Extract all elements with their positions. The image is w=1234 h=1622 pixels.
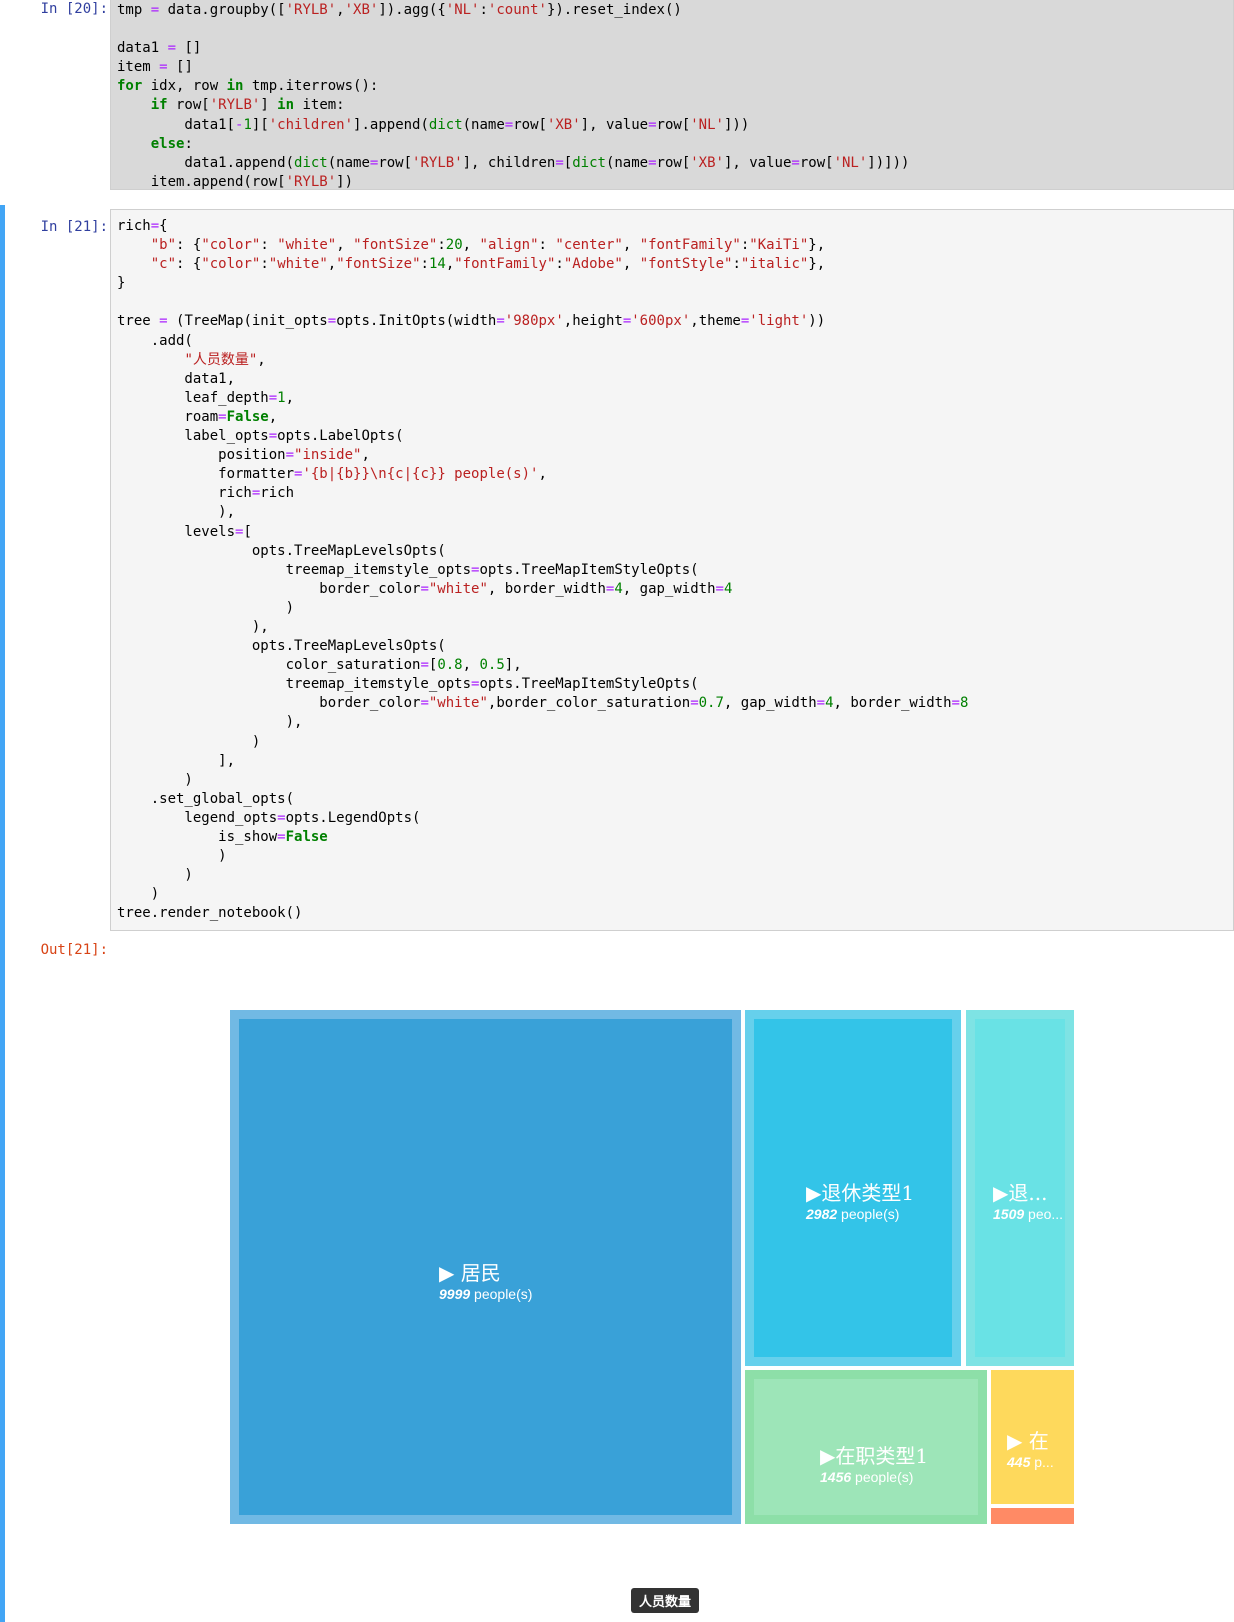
cell-21-out-prompt: Out[21]:	[40, 942, 108, 958]
treemap-node-name: ▶ 居民	[439, 1261, 501, 1285]
treemap-node-value: 9999 people(s)	[439, 1286, 533, 1302]
treemap-node[interactable]: ▶ 居民 9999 people(s)	[230, 1010, 741, 1524]
treemap-node-label: ▶ 居民 9999 people(s)	[439, 1257, 532, 1302]
treemap-node-label: ▶在职类型1 1456 people(s)	[820, 1440, 928, 1485]
cell-21-source: rich={ "b": {"color": "white", "fontSize…	[117, 218, 969, 922]
cell-20-in-prompt: In [20]:	[40, 1, 108, 17]
treemap-node-name: ▶ 在	[1007, 1429, 1049, 1453]
treemap-node-label: ▶ 在 445 p...	[1007, 1425, 1054, 1470]
cell-20-source: tmp = data.groupby(['RYLB','XB']).agg({'…	[117, 2, 910, 190]
treemap-node[interactable]: ▶退... 1509 peo...	[966, 1010, 1074, 1366]
series-tooltip: 人员数量	[631, 1588, 700, 1613]
cell-21-code[interactable]: rich={ "b": {"color": "white", "fontSize…	[110, 209, 1234, 931]
treemap-node-name: ▶退...	[993, 1181, 1048, 1205]
treemap-node-name: ▶在职类型1	[820, 1444, 929, 1468]
treemap-node-value: 445 p...	[1007, 1454, 1054, 1470]
treemap-node-label: ▶退... 1509 peo...	[993, 1177, 1063, 1222]
treemap-node-name: ▶退休类型1	[806, 1181, 915, 1205]
treemap-node[interactable]	[991, 1508, 1074, 1524]
selected-cell-indicator	[0, 205, 5, 1622]
treemap-node-value: 1456 people(s)	[820, 1469, 914, 1485]
treemap-node-value: 2982 people(s)	[806, 1206, 900, 1222]
treemap-node-value: 1509 peo...	[993, 1206, 1064, 1222]
treemap-node[interactable]: ▶退休类型1 2982 people(s)	[745, 1010, 961, 1366]
treemap-node-label: ▶退休类型1 2982 people(s)	[806, 1177, 914, 1222]
treemap-chart: ▶ 居民 9999 people(s) ▶退休类型1 2982 people(s) ▶退…	[230, 1010, 1105, 1541]
cell-20-code[interactable]: tmp = data.groupby(['RYLB','XB']).agg({'…	[110, 0, 1234, 190]
treemap-node[interactable]: ▶在职类型1 1456 people(s)	[745, 1370, 987, 1524]
cell-21-in-prompt: In [21]:	[40, 219, 108, 235]
treemap-node[interactable]: ▶ 在 445 p...	[991, 1370, 1074, 1504]
